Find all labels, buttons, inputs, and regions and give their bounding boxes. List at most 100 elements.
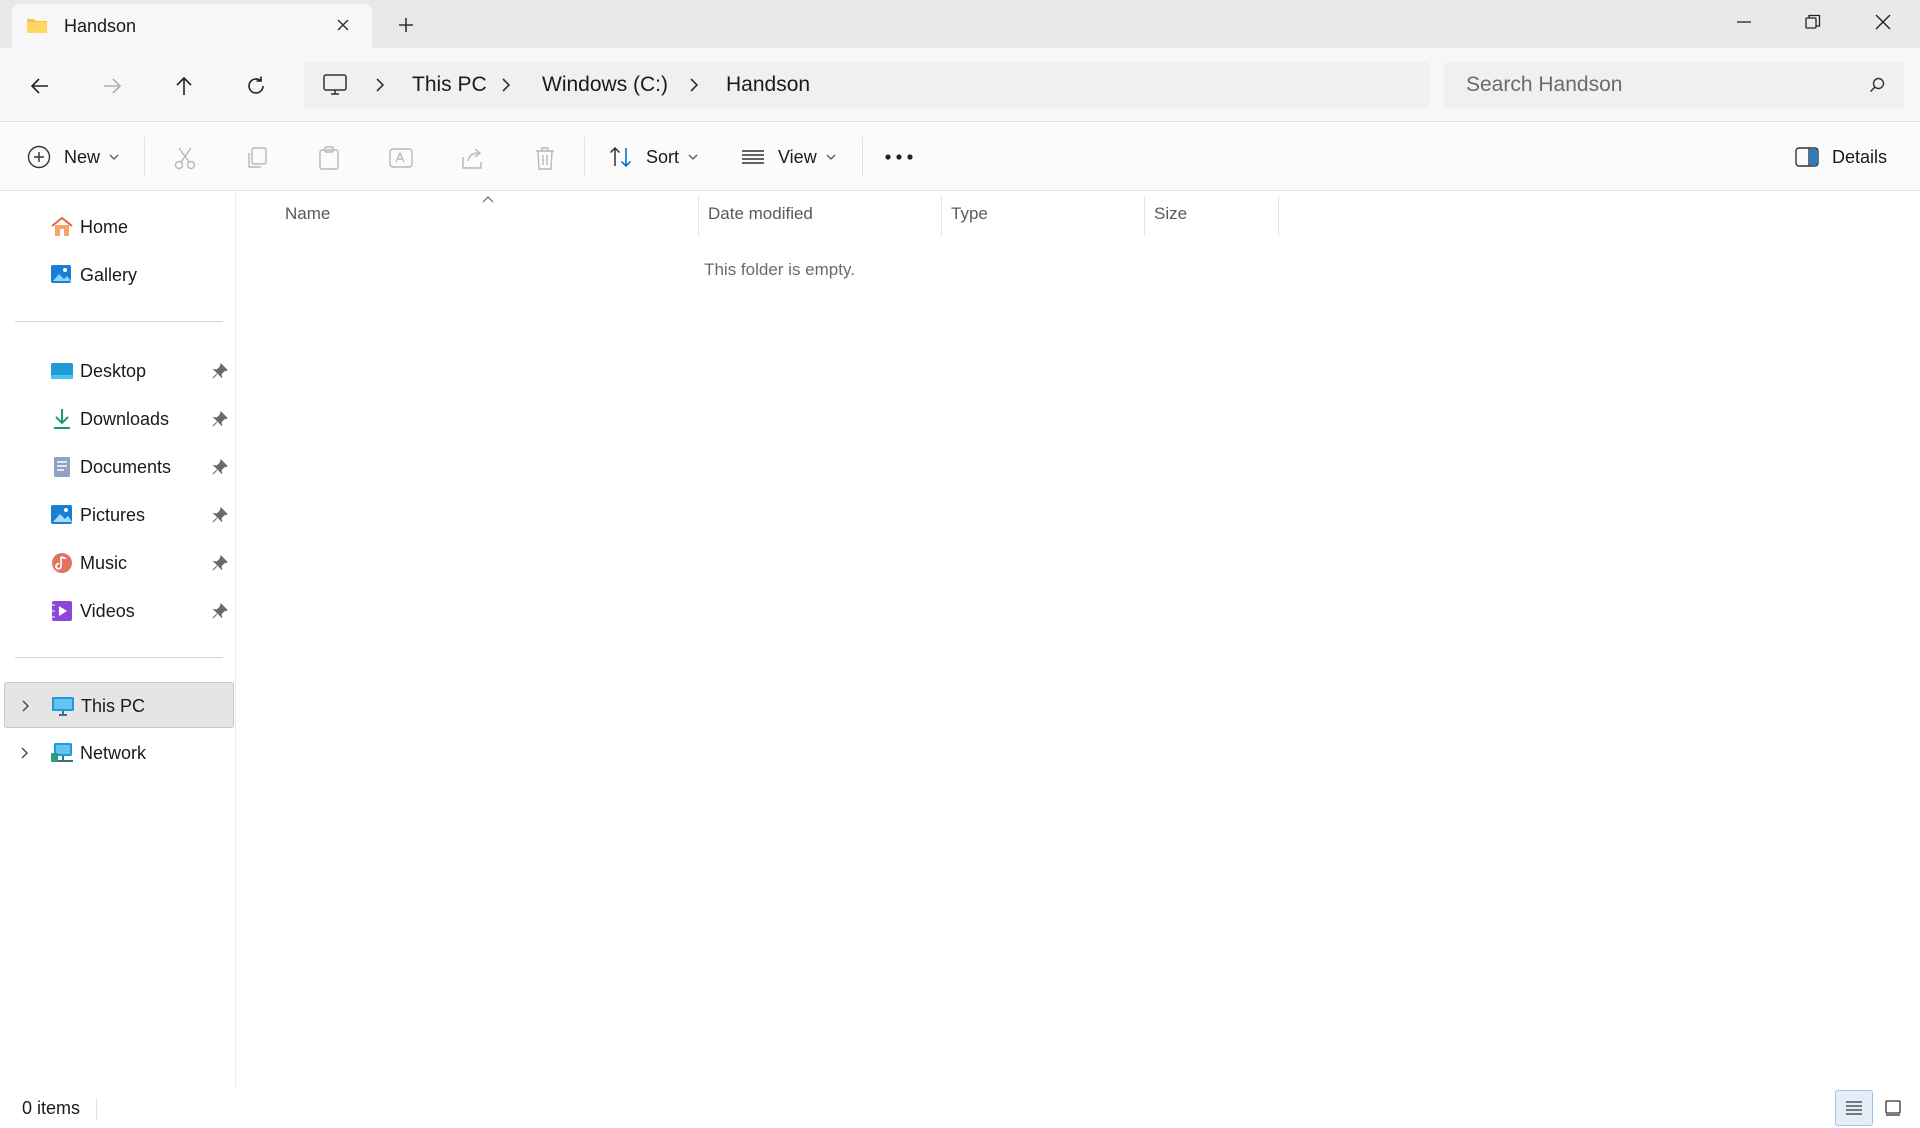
downloads-icon (54, 409, 70, 429)
sidebar-divider (15, 657, 223, 658)
details-label: Details (1832, 146, 1888, 167)
videos-icon (52, 601, 72, 621)
more-icon (885, 154, 913, 160)
sidebar-item-pictures[interactable]: Pictures (4, 492, 234, 538)
pin-icon[interactable] (212, 507, 228, 523)
column-divider[interactable] (941, 196, 942, 236)
breadcrumb-handson[interactable]: Handson (726, 73, 810, 97)
sidebar-divider (15, 321, 223, 322)
close-tab-icon[interactable] (330, 12, 356, 38)
status-divider (96, 1098, 97, 1120)
sidebar-item-this-pc[interactable]: This PC (4, 682, 234, 728)
column-divider[interactable] (698, 196, 699, 236)
address-bar[interactable]: This PC Windows (C:) Handson (304, 62, 1430, 108)
pin-icon[interactable] (212, 363, 228, 379)
details-view-button[interactable] (1835, 1090, 1873, 1126)
arrow-up-icon (176, 76, 192, 95)
sidebar-item-videos[interactable]: Videos (4, 588, 234, 634)
arrow-left-icon (30, 78, 48, 94)
delete-icon[interactable] (532, 145, 558, 171)
copy-icon[interactable] (244, 145, 270, 171)
sidebar-item-label: Downloads (80, 409, 170, 429)
tab-handson[interactable]: Handson (12, 4, 372, 48)
view-button[interactable]: View (740, 137, 837, 177)
toolbar-divider (862, 137, 863, 177)
gallery-icon (51, 265, 71, 283)
sort-ascending-icon (482, 196, 494, 203)
breadcrumb-windows-c[interactable]: Windows (C:) (542, 73, 668, 97)
sidebar-item-gallery[interactable]: Gallery (4, 252, 234, 298)
column-header-type[interactable]: Type (951, 204, 988, 224)
sort-button[interactable]: Sort (608, 137, 699, 177)
refresh-button[interactable] (238, 68, 274, 104)
sidebar-item-desktop[interactable]: Desktop (4, 348, 234, 394)
details-pane-icon (1795, 147, 1819, 167)
large-icons-view-button[interactable] (1874, 1090, 1912, 1126)
search-input[interactable]: Search Handson (1466, 73, 1622, 97)
view-label: View (778, 146, 817, 167)
sidebar-item-label: This PC (81, 696, 146, 716)
toolbar-divider (584, 137, 585, 177)
item-count: 0 items (22, 1098, 81, 1118)
restore-icon (1805, 14, 1821, 29)
sidebar-item-downloads[interactable]: Downloads (4, 396, 234, 442)
pin-icon[interactable] (212, 603, 228, 619)
new-button[interactable]: New (26, 137, 120, 177)
pictures-icon (51, 505, 72, 524)
navigation-bar: This PC Windows (C:) Handson Search Hand… (0, 48, 1920, 122)
home-icon (51, 216, 73, 236)
this-pc-icon (52, 697, 74, 716)
sidebar-item-label: Network (80, 743, 147, 763)
cut-icon[interactable] (172, 145, 198, 171)
new-label: New (64, 146, 101, 167)
new-tab-icon[interactable] (392, 11, 420, 39)
back-button[interactable] (22, 68, 58, 104)
sidebar-item-label: Pictures (80, 505, 146, 525)
monitor-icon (323, 74, 347, 95)
column-divider[interactable] (1278, 196, 1279, 236)
pin-icon[interactable] (212, 555, 228, 571)
network-icon (51, 743, 73, 762)
pin-icon[interactable] (212, 459, 228, 475)
file-list: Name Date modified Type Size This folder… (237, 192, 1920, 1088)
desktop-icon (51, 363, 73, 379)
empty-folder-message: This folder is empty. (704, 260, 855, 279)
pin-icon[interactable] (212, 411, 228, 427)
search-box[interactable]: Search Handson (1444, 62, 1904, 108)
rename-icon[interactable] (388, 145, 414, 171)
sidebar-item-documents[interactable]: Documents (4, 444, 234, 490)
column-divider[interactable] (1144, 196, 1145, 236)
column-header-name[interactable]: Name (285, 204, 330, 224)
folder-icon (27, 19, 47, 33)
restore-button[interactable] (1778, 0, 1848, 44)
navigation-pane: Home Gallery Desktop Downloads Documents… (0, 192, 236, 1088)
details-button[interactable]: Details (1794, 137, 1887, 177)
view-list-icon (742, 150, 764, 164)
breadcrumb-this-pc[interactable]: This PC (412, 73, 487, 97)
column-header-size[interactable]: Size (1154, 204, 1187, 224)
sidebar-item-label: Videos (80, 601, 135, 621)
paste-icon[interactable] (316, 145, 342, 171)
sidebar-item-home[interactable]: Home (4, 204, 234, 250)
sort-icon (609, 146, 632, 168)
forward-button[interactable] (94, 68, 130, 104)
chevron-down-icon (109, 154, 119, 160)
documents-icon (54, 457, 70, 477)
more-options-button[interactable] (884, 137, 914, 177)
sidebar-item-music[interactable]: Music (4, 540, 234, 586)
list-view-icon (1846, 1101, 1862, 1115)
chevron-right-icon[interactable] (18, 746, 30, 760)
sidebar-item-label: Home (80, 217, 129, 237)
refresh-icon (248, 76, 264, 94)
minimize-button[interactable] (1709, 0, 1779, 44)
sort-label: Sort (646, 146, 680, 167)
music-icon (52, 553, 72, 573)
plus-circle-icon (27, 145, 51, 169)
sidebar-item-network[interactable]: Network (4, 730, 234, 776)
up-button[interactable] (166, 68, 202, 104)
command-bar: New Sort View Details (0, 123, 1920, 191)
close-window-button[interactable] (1848, 0, 1918, 44)
column-header-date-modified[interactable]: Date modified (708, 204, 813, 224)
chevron-right-icon[interactable] (19, 699, 31, 713)
share-icon[interactable] (460, 145, 486, 171)
